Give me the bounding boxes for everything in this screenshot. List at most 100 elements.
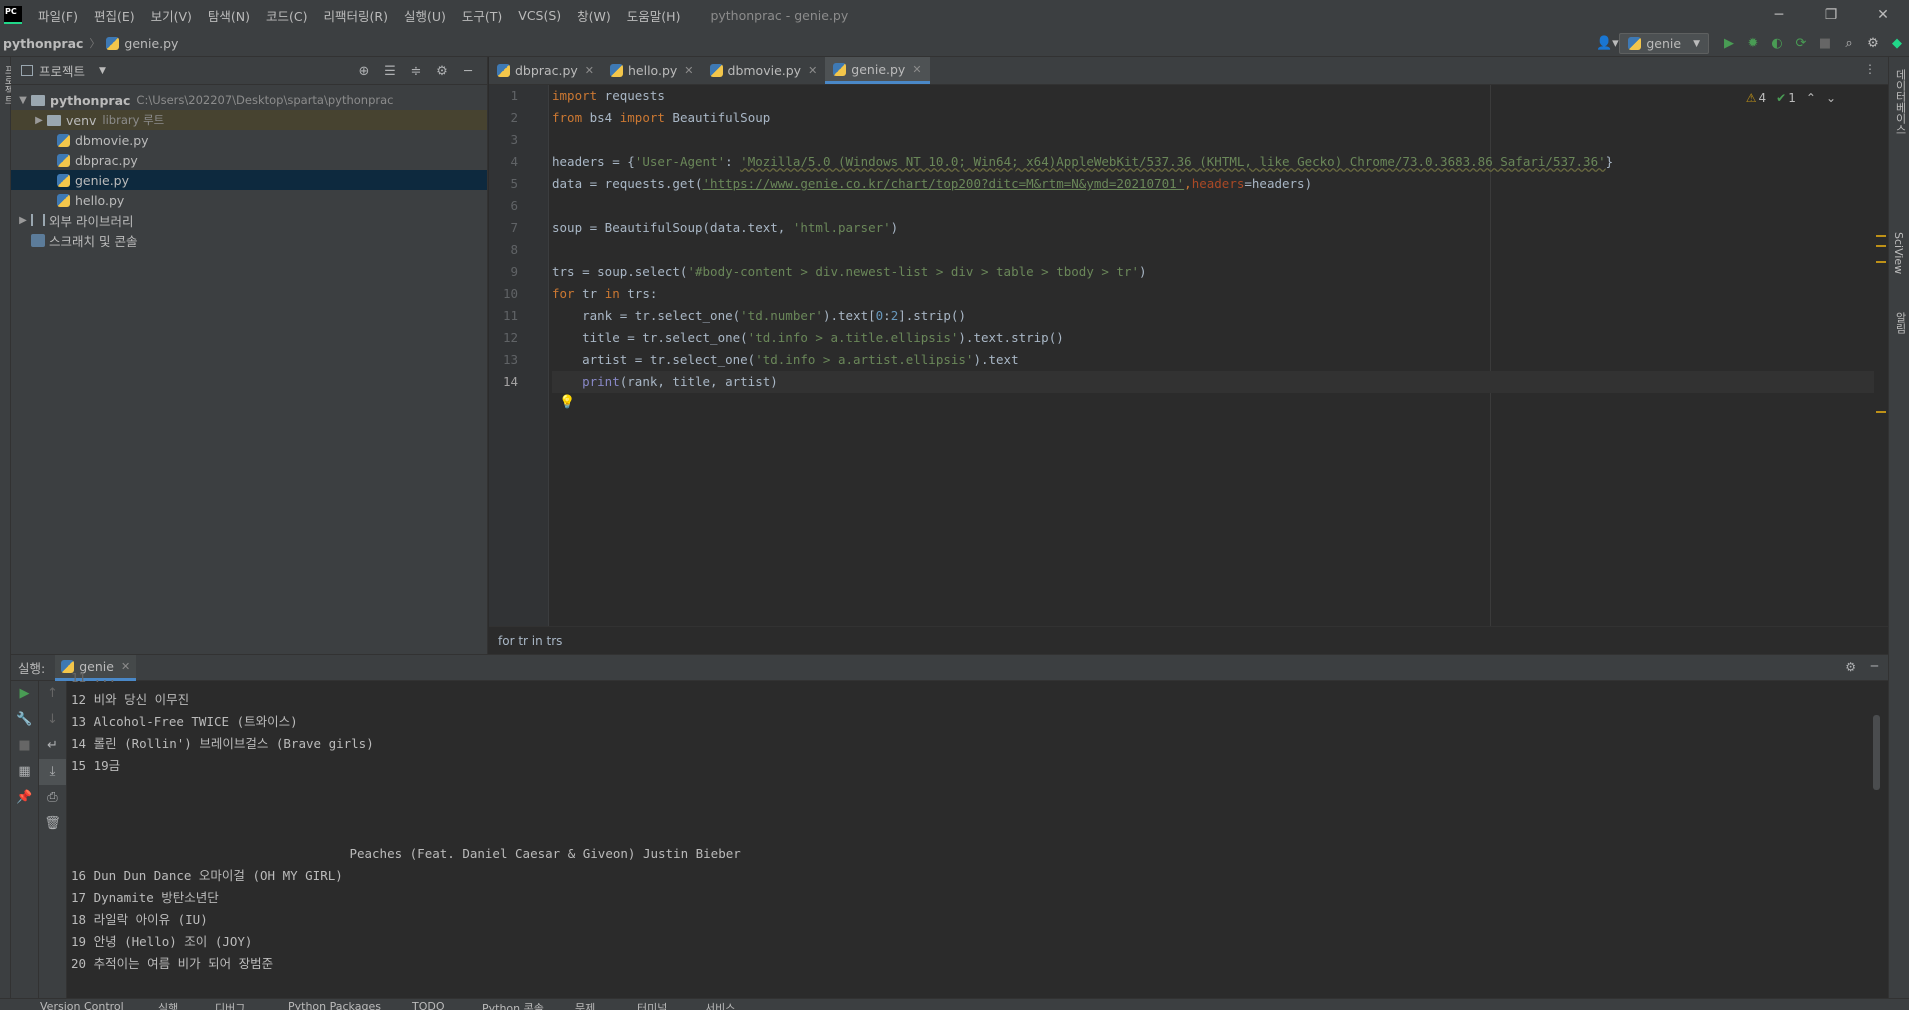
- profile-icon[interactable]: ⟳: [1789, 36, 1813, 51]
- bottom-tab-terminal[interactable]: 터미널: [637, 1000, 667, 1010]
- line-number: 9: [510, 264, 518, 279]
- close-icon[interactable]: ✕: [808, 64, 817, 77]
- console-scrollbar[interactable]: [1873, 715, 1880, 790]
- code-line-1: import requests: [552, 88, 665, 103]
- tab-label: dbmovie.py: [727, 63, 802, 78]
- close-icon[interactable]: ✕: [912, 63, 921, 76]
- code-line-13: artist = tr.select_one('td.info > a.arti…: [552, 352, 1019, 367]
- search-icon[interactable]: ⌕: [1837, 36, 1861, 51]
- inspection-widget[interactable]: ⚠ 4 ✔ 1 ⌃ ⌄: [1746, 91, 1836, 105]
- rerun-icon[interactable]: ▶: [11, 681, 38, 707]
- menu-help[interactable]: 도움말(H): [619, 6, 689, 25]
- debug-icon[interactable]: ✹: [1741, 36, 1765, 51]
- menu-file[interactable]: 파일(F): [30, 6, 86, 25]
- scroll-to-end-icon[interactable]: ⤓: [39, 759, 66, 785]
- project-panel-title[interactable]: 프로젝트: [39, 61, 85, 80]
- sciview-tool-button[interactable]: SciView: [1892, 232, 1905, 274]
- gear-icon[interactable]: ⚙: [1861, 36, 1885, 51]
- bottom-tab-version-control[interactable]: Version Control: [40, 1000, 124, 1010]
- console-line: 18 라일락 아이유 (IU): [71, 912, 208, 927]
- expand-all-icon[interactable]: ☰: [377, 64, 403, 79]
- menu-code[interactable]: 코드(C): [258, 6, 315, 25]
- lightbulb-icon[interactable]: 💡: [559, 395, 575, 410]
- gear-icon[interactable]: ⚙: [429, 64, 455, 79]
- code-editor[interactable]: import requests from bs4 import Beautifu…: [552, 85, 1886, 626]
- tree-item-root[interactable]: ▼ pythonprac C:\Users\202207\Desktop\spa…: [11, 90, 487, 110]
- collapse-all-icon[interactable]: ≑: [403, 64, 429, 79]
- arrow-up-icon[interactable]: ↑: [39, 681, 66, 707]
- jetbrains-icon[interactable]: ◆: [1885, 36, 1909, 51]
- menu-vcs[interactable]: VCS(S): [510, 8, 569, 23]
- breadcrumb-file[interactable]: genie.py: [124, 36, 178, 51]
- menu-window[interactable]: 창(W): [569, 6, 619, 25]
- close-icon[interactable]: ✕: [585, 64, 594, 77]
- close-icon[interactable]: ✕: [1857, 0, 1909, 30]
- tree-item-scratches[interactable]: 스크래치 및 콘솔: [11, 230, 487, 250]
- line-number: 5: [510, 176, 518, 191]
- menu-navigate[interactable]: 탐색(N): [200, 6, 258, 25]
- tab-hello[interactable]: hello.py ✕: [602, 57, 702, 84]
- chevron-up-icon[interactable]: ⌃: [1806, 91, 1816, 105]
- bottom-tab-python-packages[interactable]: Python Packages: [288, 1000, 381, 1010]
- layout-icon[interactable]: ▦: [11, 759, 38, 785]
- chevron-down-icon[interactable]: ▼: [99, 66, 106, 76]
- tree-item-venv[interactable]: ▶ venv library 루트: [11, 110, 487, 130]
- bottom-tab-debug[interactable]: 디버그: [215, 1000, 245, 1010]
- notifications-tool-button[interactable]: 알림: [1892, 312, 1908, 334]
- minimize-icon[interactable]: ─: [1753, 0, 1805, 30]
- wrench-icon[interactable]: 🔧: [11, 707, 38, 733]
- tree-item-dbmovie[interactable]: dbmovie.py: [11, 130, 487, 150]
- tab-dbprac[interactable]: dbprac.py ✕: [489, 57, 602, 84]
- console-output[interactable]: 11 ... 12 비와 당신 이무진 13 Alcohol-Free TWIC…: [71, 667, 1871, 985]
- arrow-down-icon[interactable]: ↓: [39, 707, 66, 733]
- breadcrumb-project[interactable]: pythonprac: [3, 36, 83, 51]
- soft-wrap-icon[interactable]: ↵: [39, 733, 66, 759]
- tree-item-dbprac[interactable]: dbprac.py: [11, 150, 487, 170]
- tree-item-genie[interactable]: genie.py: [11, 170, 487, 190]
- user-icon[interactable]: 👤▾: [1595, 36, 1619, 51]
- trash-icon[interactable]: 🗑: [39, 811, 66, 837]
- print-icon[interactable]: ⎙: [39, 785, 66, 811]
- pycharm-logo-icon: PC: [4, 6, 22, 24]
- project-panel: 프로젝트 ▼ ⊕ ☰ ≑ ⚙ ─ ▼ pythonprac C:\Users\2…: [11, 57, 488, 654]
- tree-item-external-libraries[interactable]: ▶ 외부 라이브러리: [11, 210, 487, 230]
- locate-icon[interactable]: ⊕: [351, 64, 377, 79]
- library-icon: [31, 214, 45, 226]
- menu-tools[interactable]: 도구(T): [454, 6, 510, 25]
- tree-item-label: venv: [66, 112, 97, 128]
- menu-edit[interactable]: 편집(E): [86, 6, 143, 25]
- bottom-tab-services[interactable]: 서비스: [705, 1000, 735, 1010]
- menu-run[interactable]: 실행(U): [396, 6, 454, 25]
- editor-scrollbar[interactable]: [1874, 85, 1888, 626]
- hide-icon[interactable]: ─: [1871, 659, 1878, 673]
- more-options-icon[interactable]: ⋮: [1864, 62, 1876, 76]
- code-line-2: from bs4 import BeautifulSoup: [552, 110, 771, 125]
- editor-tab-bar: dbprac.py ✕ hello.py ✕ dbmovie.py ✕ geni…: [489, 57, 1888, 85]
- coverage-icon[interactable]: ◐: [1765, 36, 1789, 51]
- hide-icon[interactable]: ─: [455, 64, 481, 79]
- project-view-icon: [21, 65, 33, 76]
- bottom-tab-todo[interactable]: TODO: [412, 1000, 445, 1010]
- editor-breadcrumb[interactable]: for tr in trs: [489, 626, 1888, 654]
- bottom-tab-python-console[interactable]: Python 콘솔: [482, 1000, 544, 1010]
- database-tool-button[interactable]: 데이터베이스: [1892, 69, 1908, 135]
- stop-icon[interactable]: ■: [11, 733, 38, 759]
- menu-refactor[interactable]: 리팩터링(R): [316, 6, 396, 25]
- tab-dbmovie[interactable]: dbmovie.py ✕: [702, 57, 826, 84]
- bottom-tab-run[interactable]: 실행: [158, 1000, 178, 1010]
- run-icon[interactable]: ▶: [1717, 36, 1741, 51]
- run-config-select[interactable]: genie ▼: [1619, 33, 1709, 54]
- tree-item-hello[interactable]: hello.py: [11, 190, 487, 210]
- tab-genie[interactable]: genie.py ✕: [825, 57, 930, 84]
- stop-icon[interactable]: ■: [1813, 36, 1837, 51]
- restore-icon[interactable]: ❐: [1805, 0, 1857, 30]
- pin-icon[interactable]: 📌: [11, 785, 38, 811]
- close-icon[interactable]: ✕: [684, 64, 693, 77]
- chevron-down-icon[interactable]: ⌄: [1826, 91, 1836, 105]
- menu-view[interactable]: 보기(V): [143, 6, 200, 25]
- bottom-tab-problems[interactable]: 문제: [575, 1000, 595, 1010]
